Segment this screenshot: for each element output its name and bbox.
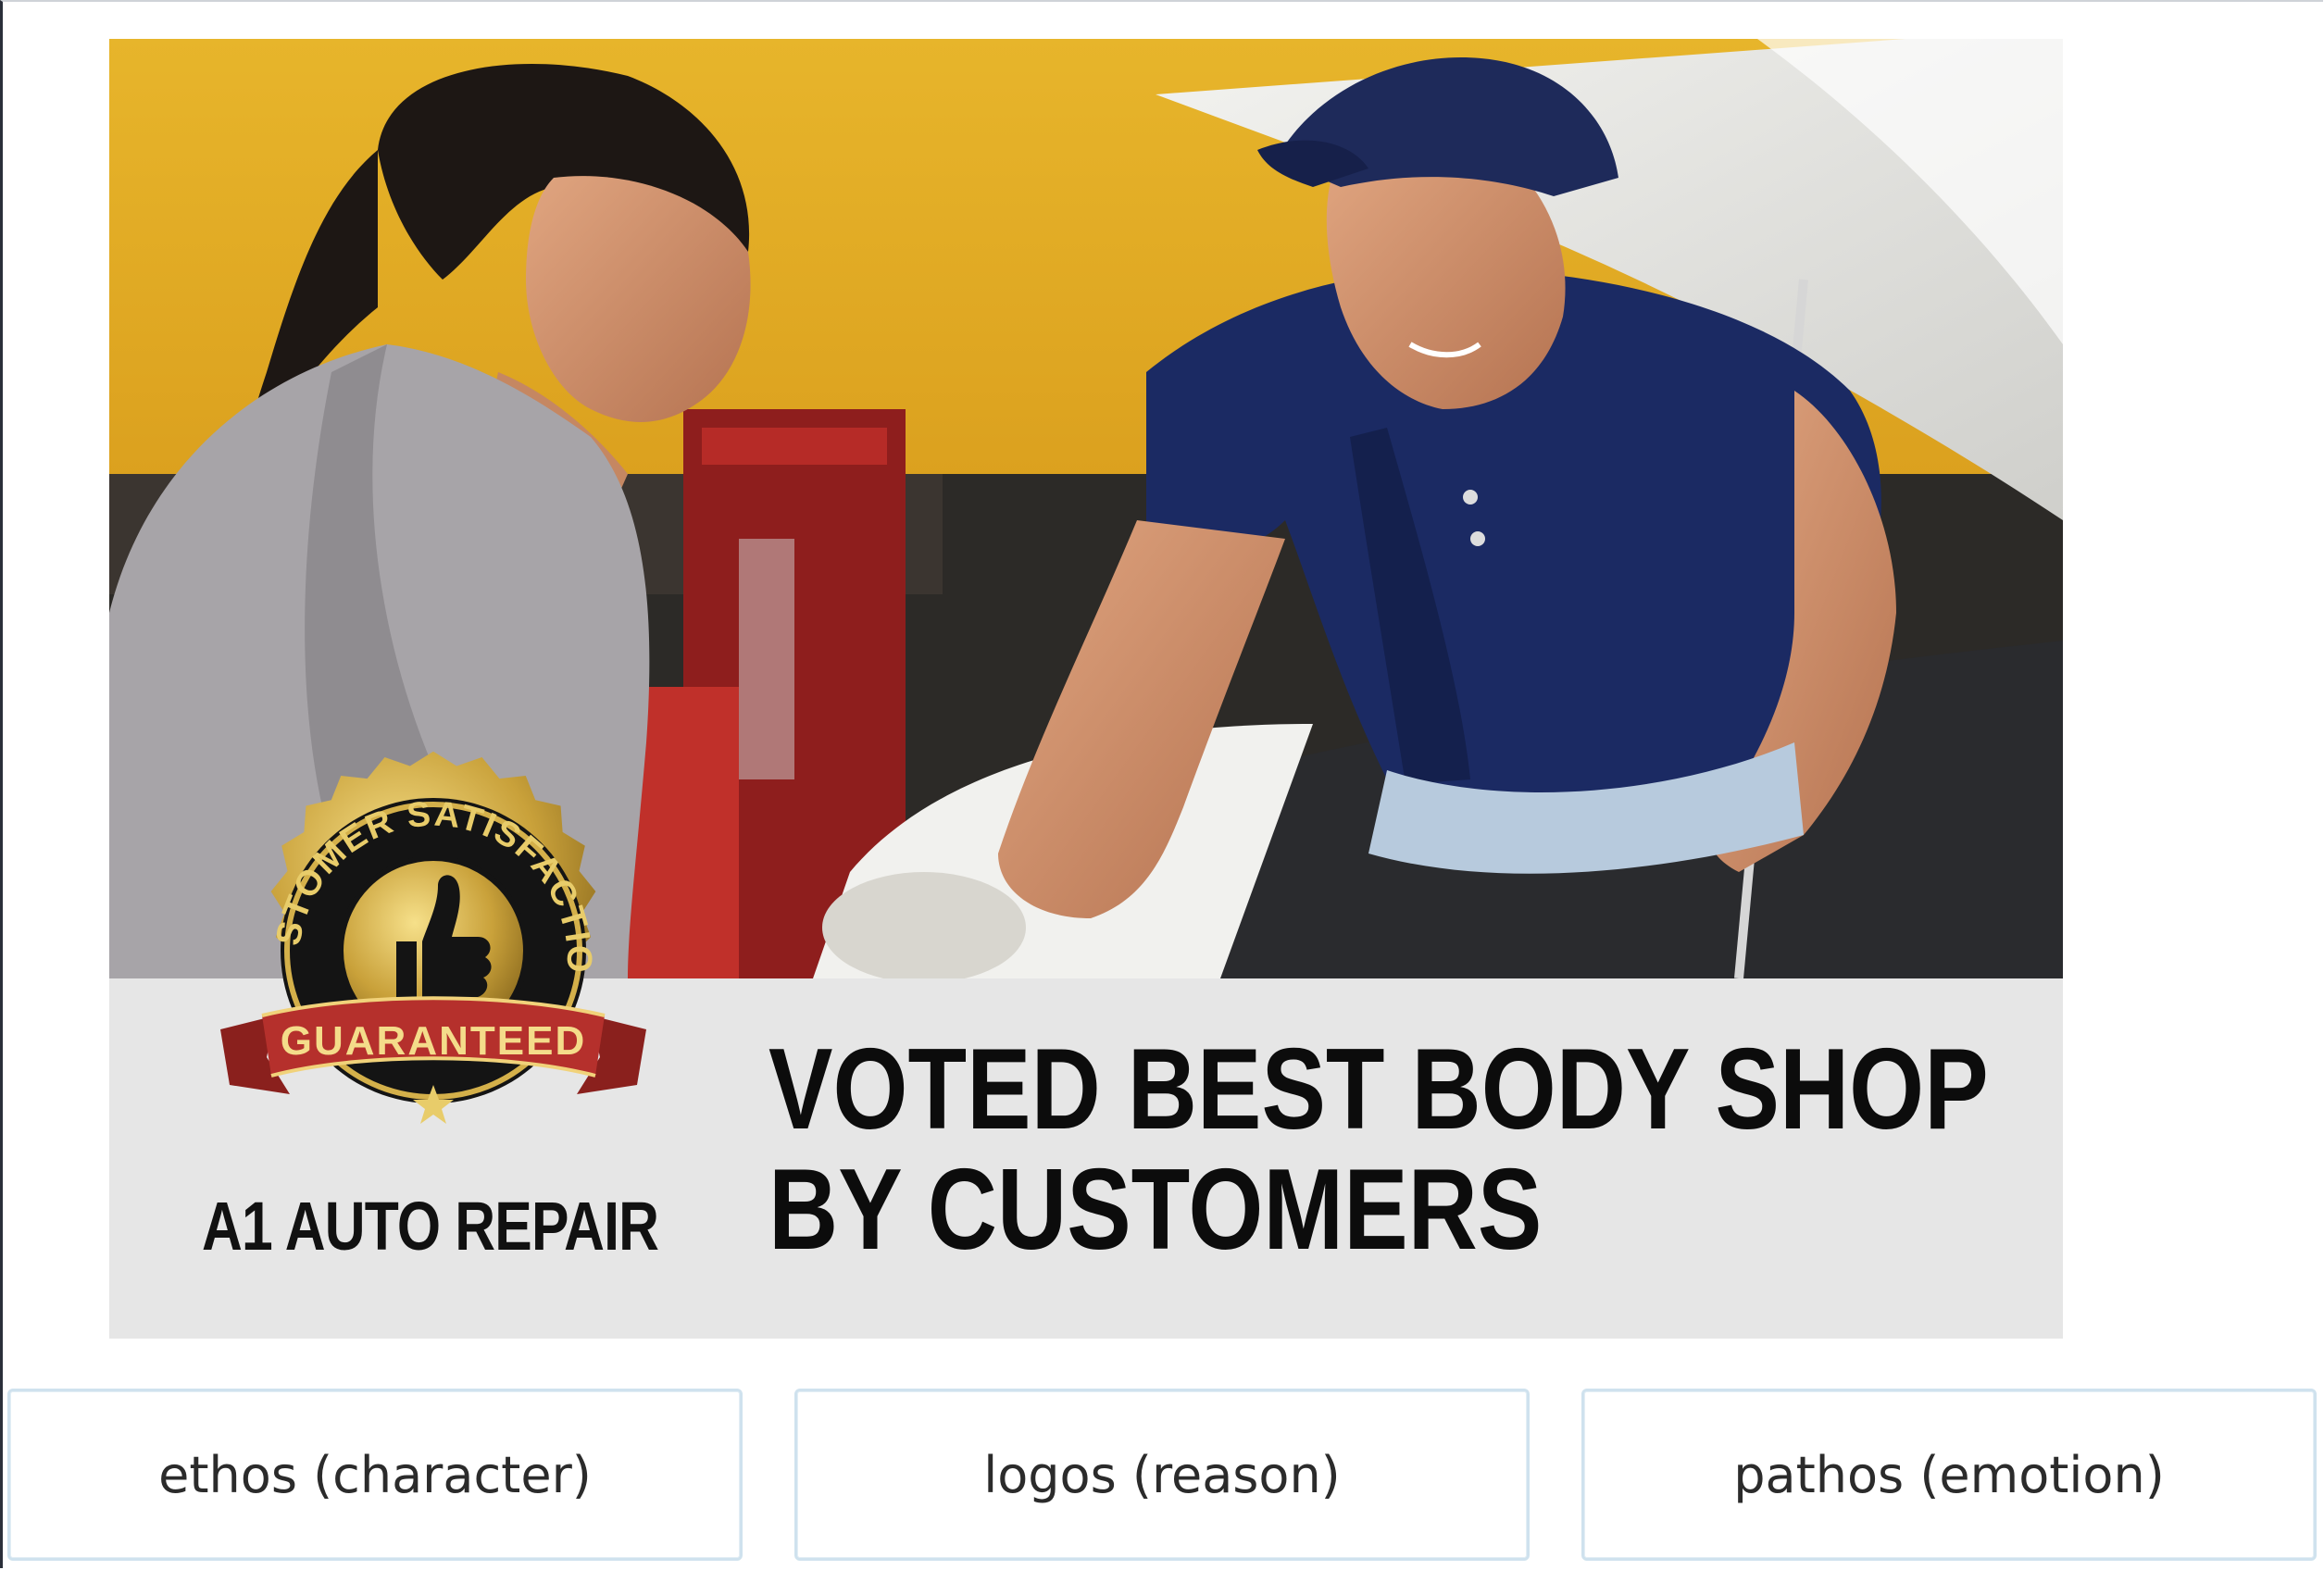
ad-headline: VOTED BEST BODY SHOP BY CUSTOMERS bbox=[768, 1026, 1989, 1274]
choice-ethos-button[interactable]: ethos (character) bbox=[7, 1389, 743, 1561]
headline-line-2: BY CUSTOMERS bbox=[768, 1146, 1543, 1274]
satisfaction-seal-icon: CUSTOMER SATISFACTION GUARANTEED bbox=[211, 752, 646, 1124]
choice-pathos-button[interactable]: pathos (emotion) bbox=[1581, 1389, 2317, 1561]
answer-choices: ethos (character) logos (reason) pathos … bbox=[0, 1389, 2324, 1570]
headline-line-1: VOTED BEST BODY SHOP bbox=[768, 1026, 1989, 1153]
svg-text:GUARANTEED: GUARANTEED bbox=[281, 1018, 586, 1064]
choice-logos-button[interactable]: logos (reason) bbox=[794, 1389, 1530, 1561]
advertisement-image: A1 AUTO REPAIR VOTED BEST BODY SHOP BY C… bbox=[109, 39, 2063, 1339]
brand-name: A1 AUTO REPAIR bbox=[202, 1188, 659, 1265]
